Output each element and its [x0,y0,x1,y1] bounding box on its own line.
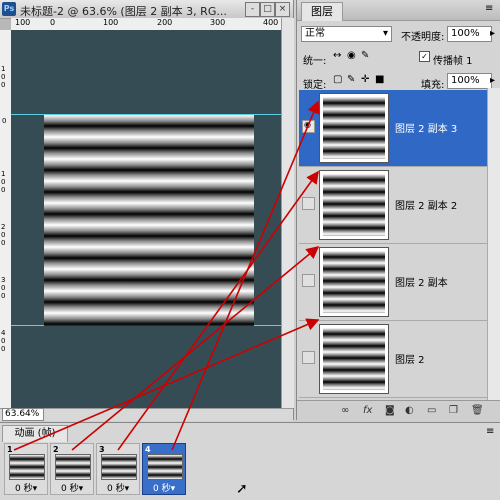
lock-label: 锁定: [303,80,327,91]
frame-2[interactable]: 2 0 秒▾ [50,443,94,495]
ruler-label: 1 0 0 [1,65,6,89]
mask-icon[interactable]: ◙ [385,405,395,416]
layers-bottom-bar: ∞ fx ◙ ◐ ▭ ❐ 🗑 [297,400,500,421]
frame-number: 4 [145,445,151,454]
fill-label: 填充: [421,80,445,91]
panel-menu-icon[interactable]: ≡ [485,3,493,14]
frame-delay[interactable]: 0 秒▾ [153,481,175,494]
zoom-field[interactable]: 63.64% [2,408,44,421]
layer-thumbnail-image [323,251,385,313]
layer-name: 图层 2 副本 2 [395,201,458,212]
layer-thumbnail [319,324,389,394]
frame-delay[interactable]: 0 秒▾ [107,481,129,494]
folder-icon[interactable]: ▭ [427,405,436,416]
chevron-down-icon[interactable]: ▸ [490,28,495,39]
frame-3[interactable]: 3 0 秒▾ [96,443,140,495]
layer-thumbnail [319,247,389,317]
unify-label: 统一: [303,56,327,67]
frame-thumbnail [9,454,45,480]
lock-position-icon[interactable]: ✛ [361,74,369,85]
minimize-button[interactable]: - [245,2,260,17]
link-icon[interactable]: ∞ [341,405,349,416]
close-button[interactable]: × [275,2,290,17]
chevron-down-icon[interactable]: ▸ [490,75,495,86]
chevron-down-icon: ▾ [382,28,388,39]
fill-input[interactable]: 100% [447,73,492,89]
frame-delay[interactable]: 0 秒▾ [15,481,37,494]
tab-animation[interactable]: 动画 (帧) [2,425,68,442]
layer-row[interactable]: 图层 2 副本 [299,244,495,321]
layer-row[interactable]: 图层 2 副本 2 [299,167,495,244]
eye-icon[interactable] [302,197,315,210]
layer-thumbnail [319,170,389,240]
eye-icon[interactable] [302,351,315,364]
blend-mode-select[interactable]: 正常 ▾ [301,26,392,42]
unify-position-icon[interactable]: ↔ [333,50,341,61]
eye-icon[interactable] [302,274,315,287]
blend-mode-value: 正常 [305,28,325,39]
propagate-label: 传播帧 1 [433,56,473,67]
ruler-label: 2 0 0 [1,223,6,247]
layer-name: 图层 2 副本 [395,278,448,289]
layer-row[interactable]: ◉ 图层 2 副本 3 [299,90,495,167]
ruler-label: 200 [157,18,173,27]
layers-tab-bar: 图层 ≡ [297,0,500,21]
frame-thumbnail [101,454,137,480]
ruler-label: 100 [103,18,119,27]
ruler-label: 300 [210,18,226,27]
layer-thumbnail-image [323,174,385,236]
frame-number: 3 [99,445,105,454]
stripe-image [44,115,254,326]
layers-panel: 图层 ≡ 正常 ▾ 不透明度: 100% ▸ 统一: ↔ ◉ ✎ ✓ 传播帧 1… [296,0,500,421]
lock-all-icon[interactable]: ■ [375,74,384,85]
fx-icon[interactable]: fx [363,405,372,416]
ruler-label: 1 0 0 [1,170,6,194]
tab-layers[interactable]: 图层 [301,2,343,21]
ruler-label: 0 [50,18,56,27]
document-window: Ps 未标题-2 @ 63.6% (图层 2 副本 3, RG... - □ ×… [0,0,294,421]
document-title-bar[interactable]: Ps 未标题-2 @ 63.6% (图层 2 副本 3, RG... - □ × [0,0,293,19]
layer-thumbnail [319,93,389,163]
frame-1[interactable]: 1 0 秒▾ [4,443,48,495]
ruler-label: 4 0 0 [1,329,6,353]
layer-row[interactable]: 图层 2 [299,321,495,398]
opacity-label: 不透明度: [401,32,445,43]
ruler-label: 3 0 0 [1,276,6,300]
maximize-button[interactable]: □ [260,2,275,17]
lock-pixels-icon[interactable]: ✎ [347,74,355,85]
ruler-label: 100 [15,18,31,27]
adjustment-icon[interactable]: ◐ [405,405,414,416]
frame-thumbnail [147,454,183,480]
document-title: 未标题-2 @ 63.6% (图层 2 副本 3, RG... [20,5,227,18]
layer-name: 图层 2 副本 3 [395,124,458,135]
layer-name: 图层 2 [395,355,425,366]
vertical-scrollbar[interactable] [281,18,294,408]
unify-visibility-icon[interactable]: ◉ [347,50,356,61]
layer-thumbnail-image [323,328,385,390]
lock-transparent-icon[interactable]: ▢ [333,74,342,85]
frame-delay[interactable]: 0 秒▾ [61,481,83,494]
unify-style-icon[interactable]: ✎ [361,50,369,61]
propagate-checkbox[interactable]: ✓ [419,51,430,62]
frame-number: 2 [53,445,59,454]
layer-thumbnail-image [323,97,385,159]
ruler-label: 400 [263,18,279,27]
layers-scrollbar[interactable] [487,88,500,400]
frame-thumbnail [55,454,91,480]
frame-number: 1 [7,445,13,454]
photoshop-icon: Ps [2,2,16,16]
mouse-cursor-icon: ➚ [236,481,248,497]
ruler-label: 0 [2,117,7,125]
eye-icon[interactable]: ◉ [302,120,315,133]
animation-panel: 动画 (帧) ≡ 1 0 秒▾ 2 0 秒▾ 3 0 秒▾ 4 0 秒▾ ➚ [0,422,500,500]
canvas-area[interactable] [11,30,281,408]
opacity-input[interactable]: 100% [447,26,492,42]
frame-4[interactable]: 4 0 秒▾ [142,443,186,495]
trash-icon[interactable]: 🗑 [471,405,484,416]
panel-menu-icon[interactable]: ≡ [486,426,494,437]
new-layer-icon[interactable]: ❐ [449,405,458,416]
